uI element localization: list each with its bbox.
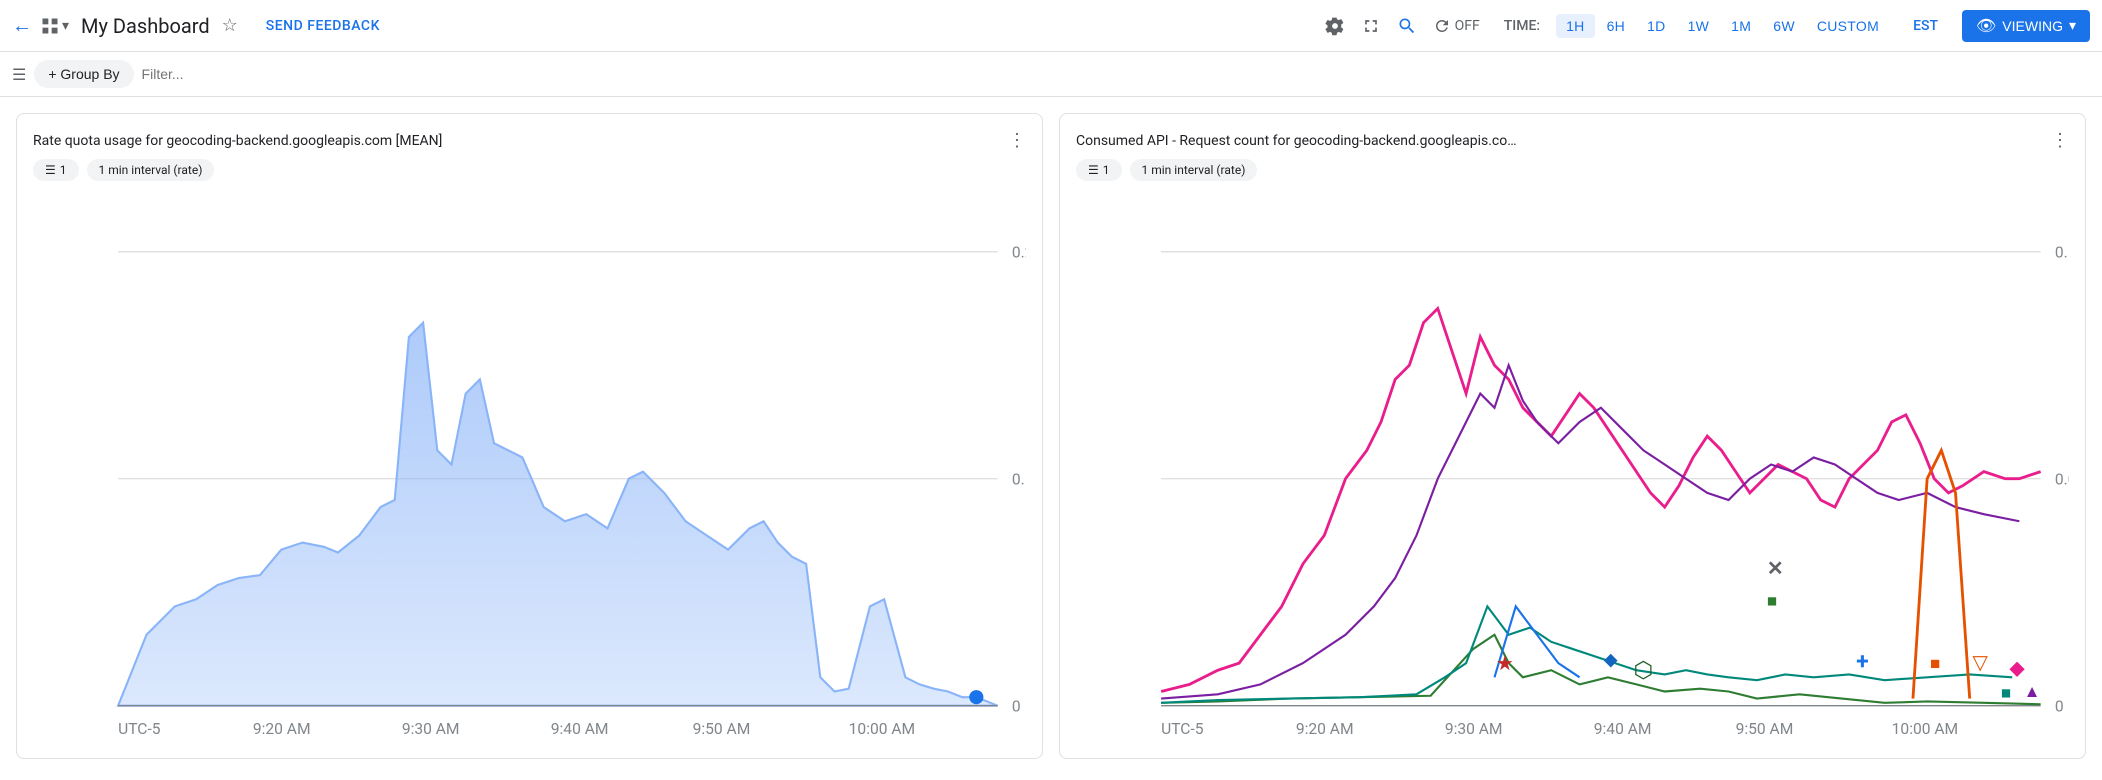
x-label-930: 9:30 AM	[402, 720, 460, 738]
filter-pill-2[interactable]: ☰ 1	[1076, 159, 1122, 181]
back-button[interactable]: ←	[12, 13, 32, 38]
interval-label-2: 1 min interval (rate)	[1142, 163, 1246, 177]
time-1w-button[interactable]: 1W	[1678, 14, 1720, 38]
timezone-button[interactable]: EST	[1913, 18, 1938, 34]
x-label-940-2: 9:40 AM	[1594, 720, 1652, 738]
interval-label-1: 1 min interval (rate)	[99, 163, 203, 177]
marker-square-green: ■	[1767, 591, 1777, 611]
marker-plus: +	[1856, 648, 1868, 675]
filter-icon-1: ☰	[45, 163, 56, 177]
group-by-button[interactable]: + Group By	[34, 60, 133, 88]
header-icons: OFF TIME: 1H 6H 1D 1W 1M 6W CUSTOM EST 👁…	[1325, 10, 2090, 42]
main-content: Rate quota usage for geocoding-backend.g…	[0, 97, 2102, 775]
header-left: ← ▾ My Dashboard ☆ SEND FEEDBACK	[12, 13, 1317, 38]
chart-svg-1: 0.2/s 0.1/s 0 UTC-5 9:20	[33, 193, 1026, 764]
dashboard-icon[interactable]: ▾	[40, 16, 69, 36]
time-1h-button[interactable]: 1H	[1556, 14, 1595, 38]
marker-teal-sq: ■	[2001, 684, 2011, 704]
y-label-max-2: 0.1/s	[2055, 243, 2069, 261]
y-label-min: 0	[1012, 697, 1021, 715]
fullscreen-icon[interactable]	[1361, 16, 1381, 36]
filter-bar: ☰ + Group By	[0, 52, 2102, 97]
time-custom-button[interactable]: CUSTOM	[1807, 14, 1889, 38]
more-options-icon-2[interactable]: ⋮	[2051, 130, 2069, 151]
time-1m-button[interactable]: 1M	[1721, 14, 1761, 38]
viewing-button[interactable]: 👁 VIEWING ▾	[1962, 10, 2090, 42]
line-dark-green	[1161, 635, 2041, 705]
viewing-label: VIEWING	[2002, 18, 2063, 34]
marker-star: ★	[1496, 652, 1514, 675]
filter-pill-1[interactable]: ☰ 1	[33, 159, 79, 181]
line-pink	[1161, 308, 2041, 691]
chart-pills-2: ☰ 1 1 min interval (rate)	[1076, 159, 2069, 181]
hamburger-icon[interactable]: ☰	[12, 65, 26, 84]
x-label-1000-2: 10:00 AM	[1892, 720, 1959, 738]
interval-pill-2[interactable]: 1 min interval (rate)	[1130, 159, 1258, 181]
filter-count-1: 1	[60, 163, 67, 177]
marker-hex: ⬡	[1633, 656, 1653, 683]
chart-svg-2: 0.1/s 0.05/s 0 ★	[1076, 193, 2069, 764]
marker-square-orange: ■	[1930, 654, 1940, 674]
dropdown-arrow-icon[interactable]: ▾	[62, 18, 69, 34]
y-label-mid: 0.1/s	[1012, 470, 1026, 488]
y-label-min-2: 0	[2055, 697, 2064, 715]
x-label-utc-2: UTC-5	[1161, 720, 1204, 738]
chart-card-1: Rate quota usage for geocoding-backend.g…	[16, 113, 1043, 759]
marker-diamond: ◆	[2009, 656, 2025, 679]
time-buttons: 1H 6H 1D 1W 1M 6W CUSTOM	[1556, 14, 1889, 38]
end-dot-1	[969, 690, 983, 704]
group-by-label: + Group By	[48, 66, 119, 82]
chart-header-2: Consumed API - Request count for geocodi…	[1076, 130, 2069, 151]
chart-card-2: Consumed API - Request count for geocodi…	[1059, 113, 2086, 759]
line-teal	[1161, 606, 2012, 702]
chart-area-2: 0.1/s 0.05/s 0 ★	[1076, 193, 2069, 764]
line-purple	[1161, 365, 2019, 698]
x-label-940: 9:40 AM	[551, 720, 609, 738]
chart-title-2: Consumed API - Request count for geocodi…	[1076, 133, 2051, 149]
time-1d-button[interactable]: 1D	[1637, 14, 1676, 38]
chart-title-1: Rate quota usage for geocoding-backend.g…	[33, 133, 1008, 149]
x-label-920: 9:20 AM	[253, 720, 311, 738]
filter-count-2: 1	[1103, 163, 1110, 177]
filter-input[interactable]	[142, 66, 292, 82]
y-label-mid-2: 0.05/s	[2055, 470, 2069, 488]
eye-icon: 👁	[1976, 16, 1996, 36]
marker-x: ✕	[1767, 557, 1784, 580]
header: ← ▾ My Dashboard ☆ SEND FEEDBACK OFF TIM…	[0, 0, 2102, 52]
page-title: My Dashboard	[81, 14, 210, 38]
chart-header-1: Rate quota usage for geocoding-backend.g…	[33, 130, 1026, 151]
refresh-label: OFF	[1455, 18, 1480, 34]
x-label-950-2: 9:50 AM	[1736, 720, 1794, 738]
marker-purple-tri: ▲	[2024, 682, 2041, 702]
refresh-button[interactable]: OFF	[1433, 17, 1480, 35]
send-feedback-button[interactable]: SEND FEEDBACK	[266, 18, 380, 34]
interval-pill-1[interactable]: 1 min interval (rate)	[87, 159, 215, 181]
star-icon[interactable]: ☆	[222, 15, 238, 36]
marker-triangle: ▽	[1973, 651, 1989, 674]
marker-drop: ⬥	[1604, 648, 1618, 671]
x-label-950: 9:50 AM	[693, 720, 751, 738]
settings-icon[interactable]	[1325, 16, 1345, 36]
chart-pills-1: ☰ 1 1 min interval (rate)	[33, 159, 1026, 181]
time-6w-button[interactable]: 6W	[1763, 14, 1805, 38]
viewing-dropdown-icon: ▾	[2069, 17, 2076, 34]
chart-area-1: 0.2/s 0.1/s 0 UTC-5 9:20	[33, 193, 1026, 764]
y-label-max: 0.2/s	[1012, 243, 1026, 261]
more-options-icon-1[interactable]: ⋮	[1008, 130, 1026, 151]
area-path-1	[118, 323, 998, 706]
time-label: TIME:	[1504, 18, 1540, 34]
x-label-920-2: 9:20 AM	[1296, 720, 1354, 738]
time-6h-button[interactable]: 6H	[1597, 14, 1636, 38]
x-label-930-2: 9:30 AM	[1445, 720, 1503, 738]
filter-icon-2: ☰	[1088, 163, 1099, 177]
x-label-utc: UTC-5	[118, 720, 161, 738]
search-icon[interactable]	[1397, 16, 1417, 36]
x-label-1000: 10:00 AM	[849, 720, 916, 738]
